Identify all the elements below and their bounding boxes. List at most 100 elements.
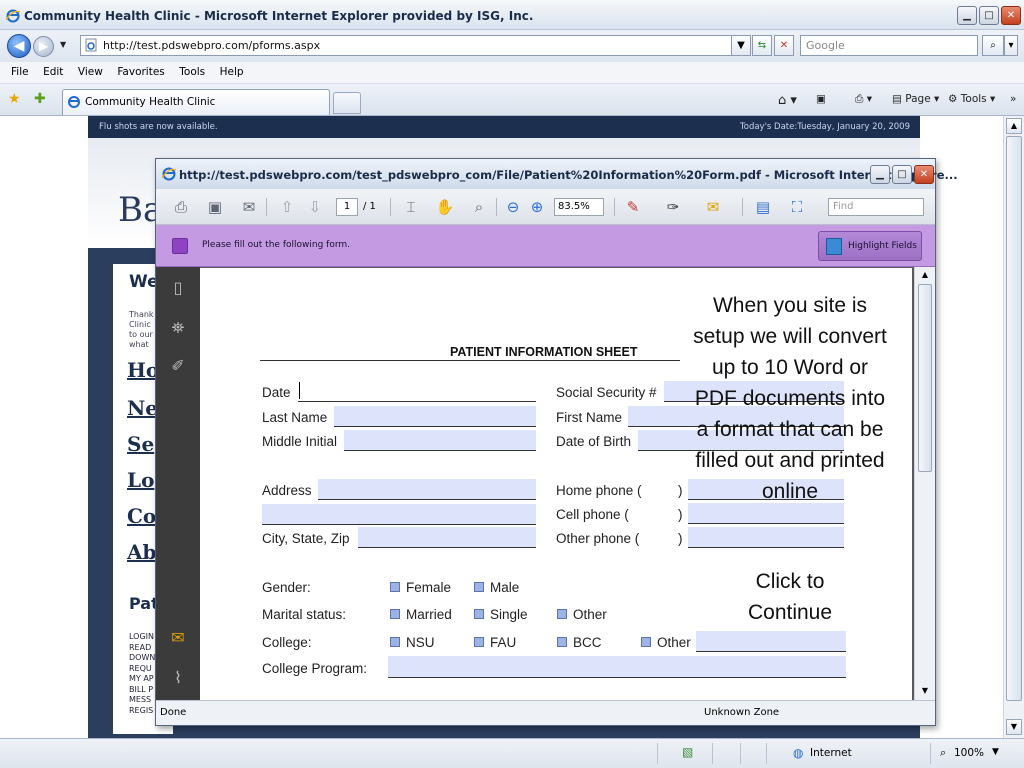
popup-maximize-button[interactable]: □ <box>892 165 912 184</box>
menu-help[interactable]: Help <box>220 66 244 78</box>
find-input[interactable]: Find <box>828 198 924 216</box>
college-other-field[interactable] <box>696 631 846 652</box>
refresh-icon[interactable]: ⇆ <box>752 35 772 56</box>
college-other-checkbox[interactable] <box>641 637 651 647</box>
page-menu[interactable]: ▤ Page ▾ <box>892 93 939 105</box>
college-nsu-label: NSU <box>406 635 435 650</box>
patient-link[interactable]: MESS <box>129 695 155 706</box>
favorites-star-icon[interactable]: ★ <box>8 91 21 107</box>
close-button[interactable]: ✕ <box>1001 6 1021 25</box>
scroll-thumb[interactable] <box>1006 136 1022 701</box>
save-icon[interactable]: ▣ <box>204 196 226 218</box>
college-fau-checkbox[interactable] <box>474 637 484 647</box>
last-name-field[interactable] <box>334 406 536 427</box>
signatures-panel-icon[interactable]: ✐ <box>167 355 189 377</box>
print-icon[interactable]: ⎙ ▾ <box>855 93 872 106</box>
feeds-icon[interactable]: ▣ <box>816 93 826 105</box>
menu-favorites[interactable]: Favorites <box>117 66 164 78</box>
menu-file[interactable]: File <box>11 66 29 78</box>
nav-link-services[interactable]: Se <box>127 432 154 456</box>
patient-link[interactable]: REQU <box>129 664 155 675</box>
full-screen-icon[interactable]: ⛶ <box>786 196 808 218</box>
college-program-field[interactable] <box>388 656 846 678</box>
maximize-button[interactable]: □ <box>979 6 999 25</box>
menu-tools[interactable]: Tools <box>179 66 205 78</box>
scroll-up-arrow[interactable]: ▲ <box>1006 118 1022 134</box>
back-button[interactable]: ◀ <box>7 34 31 58</box>
patient-link[interactable]: REGIS <box>129 706 155 717</box>
minimize-button[interactable]: ▁ <box>957 6 977 25</box>
college-nsu-checkbox[interactable] <box>390 637 400 647</box>
marital-single-checkbox[interactable] <box>474 609 484 619</box>
print-icon[interactable]: ⎙ <box>170 196 192 218</box>
find-panel-icon[interactable]: ⛯ <box>167 317 189 339</box>
page-number-input[interactable]: 1 <box>336 198 358 216</box>
nav-link-location[interactable]: Lo <box>127 468 154 492</box>
menu-edit[interactable]: Edit <box>43 66 63 78</box>
middle-initial-field[interactable] <box>344 430 536 451</box>
patient-link[interactable]: LOGIN <box>129 632 155 643</box>
address-field[interactable]: http://test.pdswebpro.com/pforms.aspx <box>80 35 750 56</box>
city-state-zip-field[interactable] <box>358 527 536 548</box>
tab-community-health-clinic[interactable]: Community Health Clinic <box>62 89 330 115</box>
scroll-down-arrow[interactable]: ▼ <box>1006 719 1022 735</box>
zoom-tool-icon[interactable]: ⌕ <box>468 196 490 218</box>
fit-page-icon[interactable]: ▤ <box>752 196 774 218</box>
search-icon[interactable]: ⌕ <box>982 35 1004 56</box>
click-to-continue-link[interactable]: Click to Continue <box>720 566 860 628</box>
new-tab-button[interactable] <box>333 92 361 114</box>
marital-married-checkbox[interactable] <box>390 609 400 619</box>
forward-button[interactable]: ▶ <box>33 36 54 57</box>
pdf-scroll-down-arrow[interactable]: ▼ <box>918 684 932 698</box>
patient-link[interactable]: DOWN <box>129 653 155 664</box>
nav-link-about[interactable]: Ab <box>127 540 157 564</box>
highlight-fields-button[interactable]: Highlight Fields <box>818 231 922 261</box>
tools-menu[interactable]: ⚙ Tools ▾ <box>948 93 995 105</box>
college-bcc-checkbox[interactable] <box>557 637 567 647</box>
more-commands-icon[interactable]: » <box>1010 93 1016 105</box>
attachments-panel-icon[interactable]: ⌇ <box>167 667 189 689</box>
pdf-scroll-up-arrow[interactable]: ▲ <box>918 268 932 282</box>
other-phone-field[interactable] <box>688 527 844 548</box>
hand-tool-icon[interactable]: ✋ <box>434 196 456 218</box>
marital-other-checkbox[interactable] <box>557 609 567 619</box>
patient-link[interactable]: MY AP <box>129 674 155 685</box>
date-field[interactable] <box>298 381 536 402</box>
search-options-dropdown[interactable]: ▾ <box>1004 35 1018 56</box>
sign-document-icon[interactable]: ✎ <box>622 196 644 218</box>
zoom-in-icon[interactable]: ⊕ <box>526 196 548 218</box>
nav-link-new[interactable]: Ne <box>127 396 158 420</box>
zoom-level-select[interactable]: 83.5% <box>554 198 604 216</box>
menu-view[interactable]: View <box>78 66 103 78</box>
address-line1-field[interactable] <box>318 479 536 500</box>
zoom-out-icon[interactable]: ⊖ <box>502 196 524 218</box>
search-input[interactable]: Google <box>800 35 978 56</box>
nav-link-contact[interactable]: Co <box>127 504 156 528</box>
page-scrollbar[interactable]: ▲ ▼ <box>1003 116 1024 738</box>
select-tool-icon[interactable]: ⌶ <box>400 196 422 218</box>
pdf-scroll-thumb[interactable] <box>918 284 932 472</box>
address-dropdown[interactable]: ▼ <box>731 35 751 56</box>
patient-link[interactable]: BILL P <box>129 685 155 696</box>
recent-pages-dropdown[interactable]: ▼ <box>60 40 66 49</box>
zoom-dropdown-icon[interactable]: ▼ <box>992 747 999 757</box>
pen-tool-icon[interactable]: ✑ <box>662 196 684 218</box>
stop-icon[interactable]: ✕ <box>774 35 794 56</box>
popup-minimize-button[interactable]: ▁ <box>870 165 890 184</box>
gender-male-checkbox[interactable] <box>474 582 484 592</box>
email-icon[interactable]: ✉ <box>238 196 260 218</box>
comments-panel-icon[interactable]: ✉ <box>167 627 189 649</box>
comment-icon[interactable]: ✉ <box>702 196 724 218</box>
home-icon[interactable]: ⌂ ▾ <box>778 93 797 108</box>
patient-link[interactable]: READ <box>129 643 155 654</box>
pages-panel-icon[interactable]: ▯ <box>167 277 189 299</box>
add-favorite-icon[interactable]: ✚ <box>34 91 46 107</box>
address-line2-field[interactable] <box>262 504 536 525</box>
popup-close-button[interactable]: ✕ <box>914 165 934 184</box>
pdf-scrollbar[interactable]: ▲ ▼ <box>914 267 935 700</box>
previous-page-icon[interactable]: ⇧ <box>276 196 298 218</box>
next-page-icon[interactable]: ⇩ <box>304 196 326 218</box>
zoom-level[interactable]: 100% <box>954 747 984 759</box>
gender-female-checkbox[interactable] <box>390 582 400 592</box>
form-message: Please fill out the following form. <box>202 240 350 250</box>
